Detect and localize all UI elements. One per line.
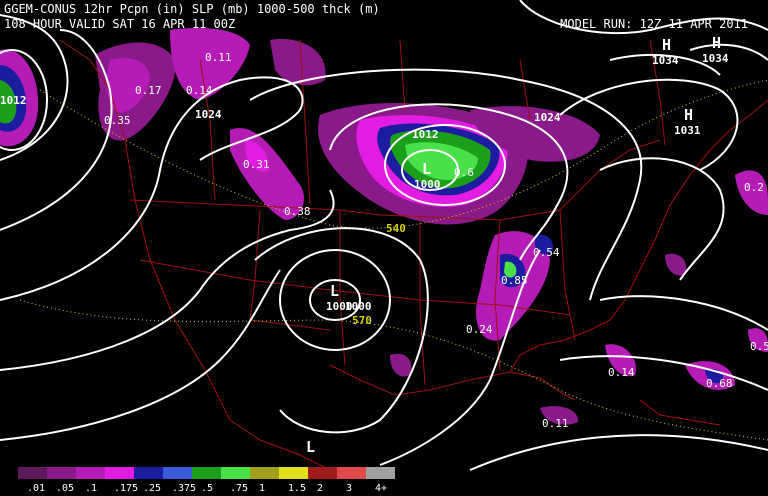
legend-label: 4+ — [375, 483, 388, 494]
legend-label: .25 — [143, 483, 162, 494]
legend-label: .1 — [85, 483, 98, 494]
legend-label: .5 — [201, 483, 214, 494]
high-center-1-letter: H — [662, 36, 672, 54]
precip-max-label: 0.85 — [501, 274, 528, 287]
low-center-great-lakes-value: 1000 — [414, 178, 441, 191]
precip-max-label: 0.11 — [542, 417, 569, 430]
thickness-label-540: 540 — [386, 222, 406, 235]
legend-swatch — [279, 467, 308, 479]
model-run: MODEL RUN: 12Z 11 APR 2011 — [560, 17, 748, 31]
legend-swatch — [337, 467, 366, 479]
precip-max-label: 0.2 — [744, 181, 764, 194]
legend-swatch — [163, 467, 192, 479]
precip-max-label: 0.54 — [533, 246, 560, 259]
isobar-label-1000-southwest: 1000 — [345, 300, 372, 313]
precip-max-label: 0.35 — [104, 114, 131, 127]
legend-label: .175 — [114, 483, 139, 494]
legend-label: 3 — [346, 483, 353, 494]
legend-swatch — [47, 467, 76, 479]
precip-max-label: 0.14 — [608, 366, 635, 379]
isobar-label-1012-lakes: 1012 — [412, 128, 439, 141]
low-center-mexico-letter: L — [306, 438, 316, 456]
valid-time: 108 HOUR VALID SAT 16 APR 11 00Z — [4, 17, 236, 31]
high-center-3-letter: H — [684, 106, 694, 124]
legend-label: 1.5 — [288, 483, 307, 494]
legend-label: .01 — [27, 483, 46, 494]
high-center-3-value: 1031 — [674, 124, 701, 137]
map-title: GGEM-CONUS 12hr Pcpn (in) SLP (mb) 1000-… — [4, 2, 380, 16]
precip-legend — [18, 467, 395, 479]
low-center-southwest-letter: L — [330, 282, 340, 300]
isobar-label-1012-pacific: 1012 — [0, 94, 27, 107]
legend-label: .75 — [230, 483, 249, 494]
isobar-label-1024-west: 1024 — [195, 108, 222, 121]
legend-swatch — [192, 467, 221, 479]
legend-swatch — [250, 467, 279, 479]
legend-swatch — [18, 467, 47, 479]
precip-max-label: 0.68 — [706, 377, 733, 390]
precip-max-label: 0.14 — [186, 84, 213, 97]
precip-max-label: 0.6 — [454, 166, 474, 179]
precip-max-label: 0.24 — [466, 323, 493, 336]
thickness-label-570: 570 — [352, 314, 372, 327]
legend-label: .375 — [172, 483, 197, 494]
legend-swatch — [134, 467, 163, 479]
legend-swatch — [105, 467, 134, 479]
legend-swatch — [366, 467, 395, 479]
precip-max-label: 0.5 — [750, 340, 768, 353]
weather-map — [0, 0, 768, 496]
legend-swatch — [308, 467, 337, 479]
legend-label: 1 — [259, 483, 266, 494]
high-center-2-value: 1034 — [702, 52, 729, 65]
precip-max-label: 0.31 — [243, 158, 270, 171]
legend-swatch — [221, 467, 250, 479]
legend-label: 2 — [317, 483, 324, 494]
isobar-label-1024-east: 1024 — [534, 111, 561, 124]
legend-label: .05 — [56, 483, 75, 494]
precip-max-label: 0.38 — [284, 205, 311, 218]
precip-max-label: 0.17 — [135, 84, 162, 97]
high-center-1-value: 1034 — [652, 54, 679, 67]
low-center-great-lakes-letter: L — [422, 160, 432, 178]
legend-swatch — [76, 467, 105, 479]
precip-max-label: 0.11 — [205, 51, 232, 64]
high-center-2-letter: H — [712, 34, 722, 52]
